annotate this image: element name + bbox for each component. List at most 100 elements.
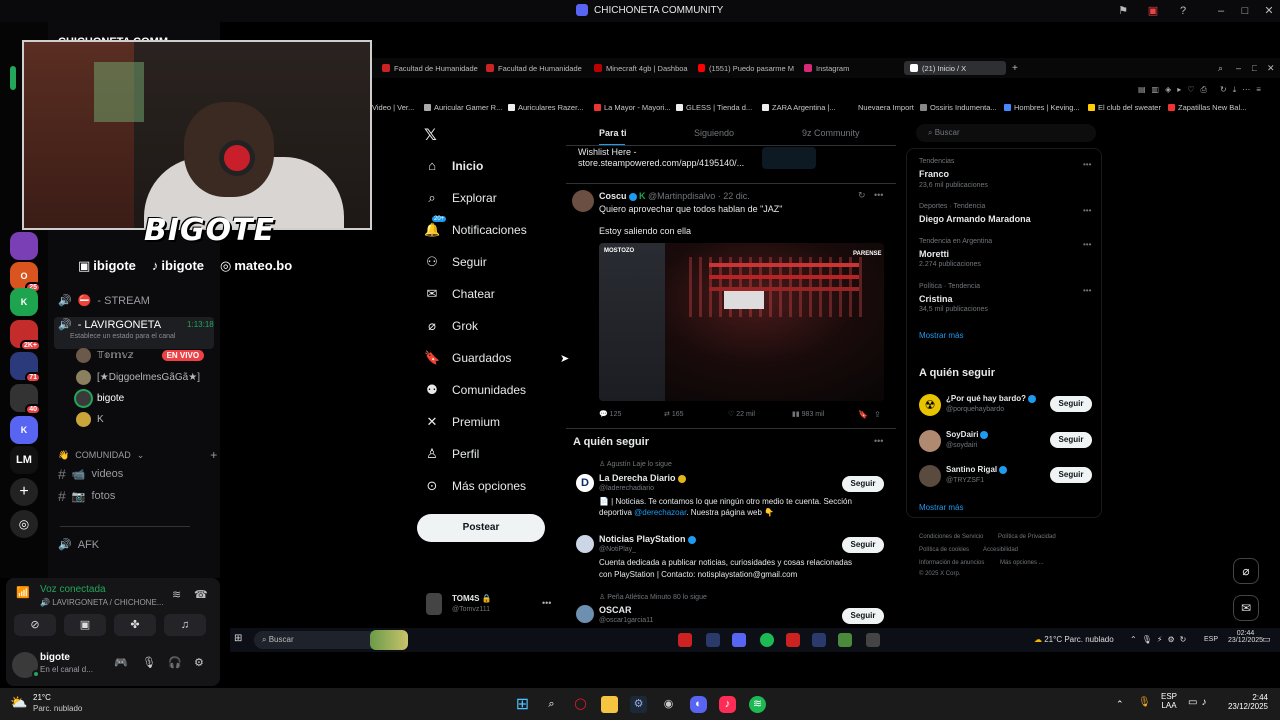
maximize-icon[interactable]: □ — [1252, 61, 1257, 75]
minimize-icon[interactable]: – — [1236, 61, 1241, 75]
voice-channel-path[interactable]: 🔊 LAVIRGONETA / CHICHONE... — [40, 598, 163, 607]
chevron-up-icon[interactable]: ⌃ — [1116, 699, 1124, 710]
microphone-icon[interactable]: 🎙 — [142, 656, 156, 669]
trend-name[interactable]: Franco — [919, 169, 949, 179]
avatar[interactable] — [576, 535, 594, 553]
steam-icon[interactable] — [812, 633, 826, 647]
browser-tab[interactable]: Facultad de Humanidade — [486, 61, 582, 75]
server-icon-red[interactable]: 2K+ — [10, 320, 41, 351]
signal-icon[interactable]: 📶 — [16, 586, 30, 599]
language-indicator[interactable]: ESP LAA — [1161, 692, 1177, 710]
bookmark[interactable]: Ossiris Indumenta... — [920, 103, 997, 112]
server-icon-lm[interactable]: LM — [10, 446, 38, 474]
bookmark[interactable]: Zapatillas New Bal... — [1168, 103, 1246, 112]
avatar[interactable]: D — [576, 474, 594, 492]
tray-icons[interactable]: ⌃🎙⚡⚙↻ — [1130, 635, 1191, 644]
system-tray-icons[interactable]: ▭♪ — [1188, 697, 1210, 708]
github-icon[interactable]: ◉ — [660, 696, 677, 713]
post-button[interactable]: Postear — [417, 514, 545, 542]
follow-button[interactable]: Seguir — [842, 608, 884, 624]
nav-explorar[interactable]: ⌕ Explorar — [424, 190, 496, 206]
voice-user[interactable]: K — [76, 412, 104, 427]
disconnect-icon[interactable]: ☎ — [194, 588, 208, 601]
views-button[interactable]: ▮▮ 983 mil — [792, 410, 824, 418]
server-icon-green[interactable]: K — [10, 288, 38, 316]
trend-more-icon[interactable]: ••• — [1083, 240, 1091, 249]
spotify-icon[interactable] — [760, 633, 774, 647]
spotify-icon[interactable]: ≋ — [749, 696, 766, 713]
voice-channel-stream[interactable]: 🔊 ⛔ - STREAM — [58, 294, 150, 308]
account-name[interactable]: ¿Por qué hay bardo? — [946, 394, 1037, 403]
avatar[interactable] — [919, 430, 941, 452]
tab-9z-community[interactable]: 9z Community — [802, 128, 860, 138]
close-icon[interactable]: ✕ — [1267, 61, 1275, 75]
post-more-icon[interactable]: ••• — [874, 190, 883, 200]
radiation-icon[interactable]: ☢ — [919, 394, 941, 416]
extension-icons[interactable]: ▤▥◈▸♡⎙ — [1138, 85, 1213, 95]
weather-icon[interactable]: ⛅ — [10, 694, 27, 711]
bookmark[interactable]: La Mayor - Mayori... — [594, 103, 671, 112]
headphones-icon[interactable]: 🎧 — [168, 656, 182, 669]
soundboard-button[interactable]: ♫ — [164, 614, 206, 636]
search-tabs-icon[interactable]: ⌕ — [1218, 61, 1223, 75]
server-icon-orange[interactable]: O 25 — [10, 262, 41, 293]
weather-widget[interactable]: ☁ 21°C Parc. nublado — [1034, 635, 1114, 644]
more-icon[interactable]: ••• — [874, 436, 883, 446]
trend-name[interactable]: Cristina — [919, 294, 953, 304]
nav-seguir[interactable]: ⚇ Seguir — [424, 254, 487, 270]
server-icon-k[interactable]: K — [10, 416, 38, 444]
avatar[interactable] — [576, 605, 594, 623]
bookmark[interactable]: Nuevaera Import — [858, 103, 914, 112]
tab-para-ti[interactable]: Para ti — [599, 128, 627, 146]
footer-link[interactable]: Política de cookies — [919, 547, 969, 553]
clock[interactable]: 02:44 23/12/2025 — [1228, 630, 1263, 644]
nav-grok[interactable]: ⌀ Grok — [424, 318, 478, 334]
minecraft-icon[interactable] — [838, 633, 852, 647]
settings-gear-icon[interactable]: ⚙ — [194, 656, 204, 669]
search-icon[interactable]: ⌕ — [543, 696, 560, 713]
share-icon[interactable]: ⇪ — [874, 410, 881, 419]
windows-start-icon[interactable]: ⊞ — [234, 633, 242, 644]
grok-post-icon[interactable]: ↻ — [858, 190, 866, 201]
follow-button[interactable]: Seguir — [1050, 432, 1092, 448]
follow-button[interactable]: Seguir — [842, 537, 884, 553]
browser-tab-active[interactable]: (21) Inicio / X — [904, 61, 1006, 75]
server-icon-dark[interactable]: 40 — [10, 384, 41, 415]
browser-tab[interactable]: Instagram — [804, 61, 900, 75]
browser-tab[interactable]: (1551) Puedo pasarme M — [698, 61, 794, 75]
avatar[interactable] — [572, 190, 594, 212]
account-name[interactable]: La Derecha Diario — [599, 473, 686, 483]
account-more-icon[interactable]: ••• — [542, 598, 551, 608]
server-icon-purple[interactable] — [10, 232, 38, 260]
follow-button[interactable]: Seguir — [842, 476, 884, 492]
voice-user[interactable]: [★DiggoelmesGãGã★] — [76, 370, 200, 385]
bookmark[interactable]: Auriculares Razer... — [508, 103, 583, 112]
account-name[interactable]: OSCAR — [599, 605, 632, 615]
new-tab-icon[interactable]: + — [1012, 61, 1018, 75]
add-server-icon[interactable]: + — [10, 478, 38, 506]
nav-notificaciones[interactable]: 🔔 20+ Notificaciones — [424, 216, 527, 238]
channel-status-hint[interactable]: Establece un estado para el canal — [58, 333, 175, 340]
repost-button[interactable]: ⇄ 165 — [664, 410, 684, 418]
voice-channel-afk[interactable]: 🔊 AFK — [58, 538, 99, 552]
mention-link[interactable]: @derechazoar — [634, 508, 686, 517]
avatar[interactable] — [919, 465, 941, 487]
inbox-icon[interactable]: ⚑ — [1116, 4, 1130, 18]
bookmark[interactable]: Video | Ver... — [372, 103, 414, 112]
follow-button[interactable]: Seguir — [1050, 467, 1092, 483]
voice-channel-lavirgoneta[interactable]: 🔊 - LAVIRGONETA 1:13:18 Establece un est… — [54, 317, 214, 349]
trend-more-icon[interactable]: ••• — [1083, 286, 1091, 295]
nav-comunidades[interactable]: ⚉ Comunidades — [424, 382, 526, 398]
bookmark[interactable]: ZARA Argentina |... — [762, 103, 836, 112]
camera-off-button[interactable]: ⊘ — [14, 614, 56, 636]
prev-post-link[interactable]: store.steampowered.com/app/4195140/... — [578, 158, 744, 168]
toolbar-icons[interactable]: ↻⤓⋯≡ — [1220, 85, 1267, 95]
text-channel-videos[interactable]: # 📹 videos — [58, 466, 123, 482]
voice-user[interactable]: 𝕋𝕠𝕞𝕧𝕫 EN VIVO — [76, 348, 205, 363]
screen-share-button[interactable]: ▣ — [64, 614, 106, 636]
minimize-icon[interactable]: – — [1214, 4, 1228, 18]
account-avatar[interactable] — [426, 593, 442, 615]
voice-user[interactable]: bigote — [76, 391, 124, 406]
footer-link[interactable]: Más opciones ... — [1000, 560, 1044, 566]
game-icon[interactable]: 🎮 — [114, 656, 128, 669]
